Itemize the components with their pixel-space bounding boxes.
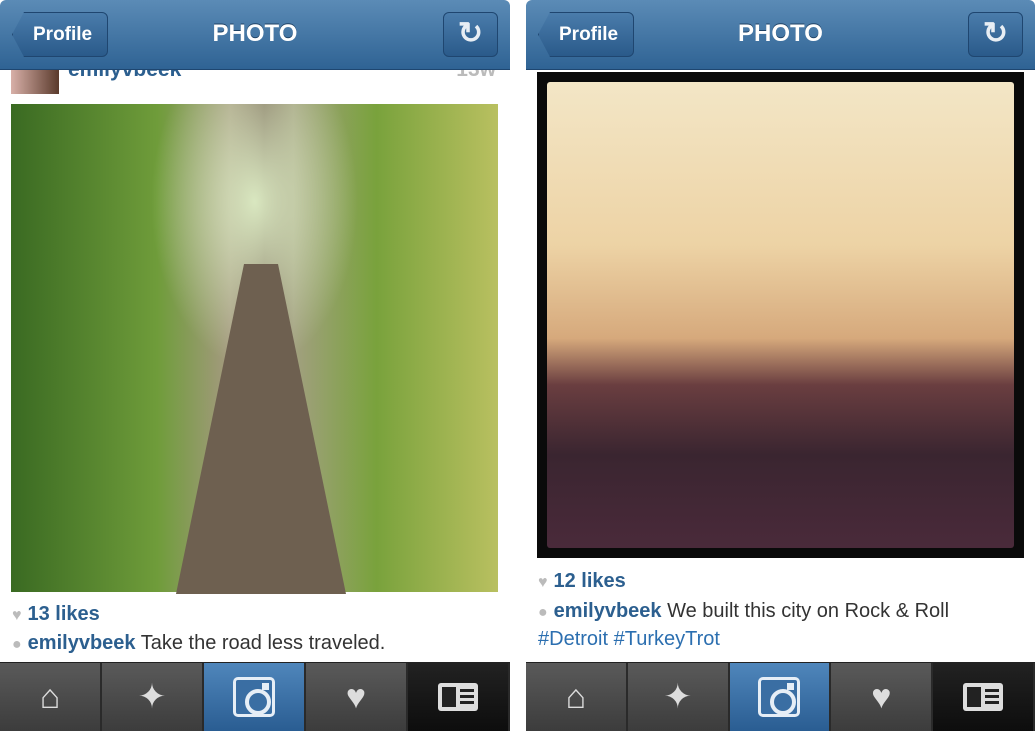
profile-icon [438, 683, 478, 711]
likes-count[interactable]: 13 likes [28, 603, 100, 625]
caption: ● emilyvbeek We built this city on Rock &… [538, 598, 949, 652]
likes-row[interactable]: ♥ 13 likes [12, 603, 100, 626]
caption-username[interactable]: emilyvbeek [554, 600, 662, 622]
camera-icon [758, 677, 801, 717]
comment-icon: ● [12, 636, 22, 653]
photo-frame[interactable] [537, 72, 1024, 558]
activity-icon: ♥ [345, 677, 367, 716]
photo-detroit [547, 82, 1014, 548]
profile-icon [963, 683, 1004, 711]
activity-icon: ♥ [871, 677, 892, 716]
tab-explore[interactable]: ✦ [627, 663, 730, 731]
right-phone-screen: Profile PHOTO ↻ ♥ 12 likes ● emilyvbeek We… [526, 0, 1035, 731]
tab-camera[interactable] [204, 663, 306, 731]
tab-bar: ⌂ ✦ ♥ [0, 662, 510, 731]
home-icon: ⌂ [565, 677, 587, 716]
home-icon: ⌂ [39, 677, 61, 716]
tab-camera[interactable] [729, 663, 832, 731]
heart-icon: ♥ [12, 607, 22, 624]
tab-bar: ⌂ ✦ ♥ [526, 662, 1035, 731]
comment-icon: ● [538, 604, 548, 621]
heart-icon: ♥ [538, 574, 548, 591]
likes-row[interactable]: ♥ 12 likes [538, 570, 626, 593]
page-title: PHOTO [738, 20, 823, 47]
explore-icon: ✦ [663, 678, 692, 716]
tab-activity[interactable]: ♥ [831, 663, 934, 731]
caption-username[interactable]: emilyvbeek [28, 632, 136, 654]
tab-profile[interactable] [408, 663, 510, 731]
page-title: PHOTO [212, 20, 298, 47]
hashtag[interactable]: #Detroit [538, 628, 608, 650]
tab-activity[interactable]: ♥ [306, 663, 408, 731]
likes-count[interactable]: 12 likes [554, 570, 626, 592]
tab-explore[interactable]: ✦ [102, 663, 204, 731]
left-phone-screen: Profile PHOTO ↻ emilyvbeek 13w ♥13 likes… [0, 0, 510, 731]
bridge-deck [176, 264, 346, 594]
caption: ● emilyvbeek Take the road less traveled. [12, 632, 385, 655]
nav-bar: Profile PHOTO ↻ [526, 0, 1035, 70]
refresh-icon[interactable]: ↻ [443, 12, 498, 57]
nav-bar: Profile PHOTO ↻ [0, 0, 510, 70]
tab-profile[interactable] [933, 663, 1035, 731]
tab-home[interactable]: ⌂ [526, 663, 628, 731]
caption-text: We built this city on Rock & Roll [667, 600, 950, 622]
explore-icon: ✦ [137, 678, 167, 716]
tab-home[interactable]: ⌂ [0, 663, 102, 731]
refresh-icon[interactable]: ↻ [968, 12, 1023, 57]
photo-bridge[interactable] [11, 104, 498, 594]
hashtag[interactable]: #TurkeyTrot [614, 628, 720, 650]
camera-icon [233, 677, 275, 717]
caption-text: Take the road less traveled. [140, 632, 386, 654]
